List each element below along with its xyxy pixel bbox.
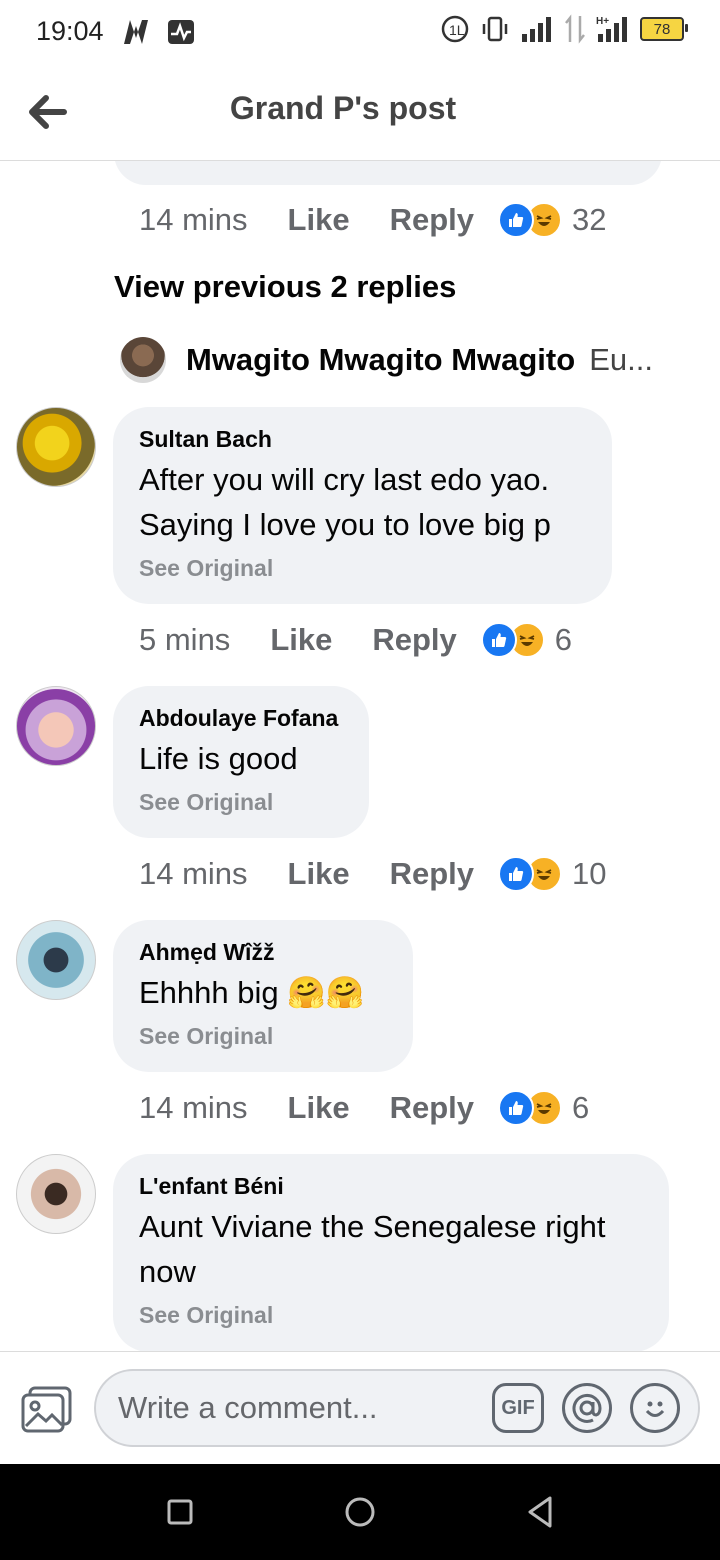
comment-text: Life is good	[139, 741, 298, 776]
comment-bubble: L'enfant Béni Aunt Viviane the Senegales…	[113, 1154, 669, 1351]
avatar[interactable]	[16, 686, 96, 766]
mention-button[interactable]	[562, 1383, 612, 1433]
status-bar: 19:04 1L H+ 78	[0, 0, 720, 66]
mention-icon	[572, 1393, 602, 1423]
comment-actions: 14 mins Like Reply 10	[139, 854, 606, 894]
battery-level: 78	[653, 20, 671, 38]
comment-actions: 14 mins Like Reply 6	[139, 1088, 589, 1128]
comment-composer: Write a comment... GIF	[0, 1351, 720, 1464]
like-button[interactable]: Like	[288, 202, 350, 238]
comment-actions: 14 mins Like Reply 32	[139, 200, 606, 240]
avatar[interactable]	[16, 920, 96, 1000]
previous-comment-bubble	[114, 161, 662, 185]
comment-actions: 5 mins Like Reply 6	[139, 620, 572, 660]
comment-bubble: Sultan Bach After you will cry last edo …	[113, 407, 612, 604]
comment-author-name[interactable]: Ahmẹd Wîžž	[139, 938, 387, 966]
data-saver-icon: 1L	[441, 15, 469, 43]
like-button[interactable]: Like	[270, 622, 332, 658]
add-photo-button[interactable]	[20, 1384, 74, 1434]
reply-button[interactable]: Reply	[390, 1090, 474, 1126]
see-original-link[interactable]: See Original	[139, 555, 586, 582]
emoji-icon	[645, 1401, 665, 1417]
reaction-summary[interactable]: 6	[498, 1090, 589, 1126]
gif-button[interactable]: GIF	[492, 1383, 544, 1433]
like-button[interactable]: Like	[288, 856, 350, 892]
reaction-summary[interactable]: 32	[498, 202, 606, 238]
comments-feed[interactable]: 14 mins Like Reply 32 View previous 2 re…	[0, 161, 720, 1351]
see-original-link[interactable]: See Original	[139, 789, 343, 816]
activity-notification-icon	[168, 20, 194, 44]
emoji-button[interactable]	[630, 1383, 680, 1433]
comment-bubble: Abdoulaye Fofana Life is good See Origin…	[113, 686, 369, 838]
reaction-count: 6	[572, 1090, 590, 1125]
comment-time: 14 mins	[139, 202, 248, 237]
vibrate-icon	[482, 16, 508, 42]
circle-icon	[345, 1497, 375, 1527]
reply-author-name: Mwagito Mwagito Mwagito	[186, 342, 576, 377]
triangle-back-icon	[528, 1496, 552, 1528]
like-button[interactable]: Like	[288, 1090, 350, 1126]
signal-icon-1	[522, 17, 551, 42]
system-navigation-bar	[0, 1464, 720, 1560]
photo-icon	[21, 1386, 72, 1433]
like-reaction-icon	[480, 622, 517, 658]
svg-text:H+: H+	[596, 16, 609, 27]
like-reaction-icon	[498, 202, 534, 238]
comment-author-name[interactable]: Abdoulaye Fofana	[139, 704, 343, 732]
avatar	[120, 337, 166, 383]
comment-bubble: Ahmẹd Wîžž Ehhhh big 🤗🤗 See Original	[113, 920, 413, 1072]
system-icons: 1L H+ 78	[440, 14, 688, 44]
status-time: 19:04	[36, 16, 104, 46]
reply-button[interactable]: Reply	[390, 856, 474, 892]
reaction-summary[interactable]: 10	[498, 856, 606, 892]
svg-text:1L: 1L	[449, 22, 465, 38]
data-transfer-icon	[565, 14, 585, 44]
like-reaction-icon	[498, 1090, 534, 1126]
comment-time: 5 mins	[139, 622, 231, 657]
signal-icon-2: H+	[596, 16, 627, 42]
home-button[interactable]	[342, 1492, 378, 1537]
view-previous-replies-link[interactable]: View previous 2 replies	[114, 269, 456, 305]
comment-time: 14 mins	[139, 1090, 248, 1125]
netflix-notification-icon	[124, 20, 148, 44]
notification-icons	[120, 18, 196, 46]
reaction-summary[interactable]: 6	[480, 622, 573, 658]
recent-apps-button[interactable]	[166, 1492, 194, 1537]
comment-author-name[interactable]: L'enfant Béni	[139, 1172, 643, 1200]
avatar[interactable]	[16, 407, 96, 487]
comment-text: After you will cry last edo yao. Saying …	[139, 462, 551, 542]
comment-input[interactable]: Write a comment...	[118, 1390, 492, 1426]
reaction-count: 10	[572, 856, 607, 891]
reply-button[interactable]: Reply	[372, 622, 456, 658]
page-title: Grand P's post	[229, 90, 457, 126]
comment-text: Ehhhh big 🤗🤗	[139, 975, 365, 1010]
like-reaction-icon	[498, 856, 534, 892]
reply-button[interactable]: Reply	[390, 202, 474, 238]
reaction-count: 32	[572, 202, 607, 237]
reaction-count: 6	[554, 622, 573, 657]
comment-text: Aunt Viviane the Senegalese right now	[139, 1209, 606, 1289]
see-original-link[interactable]: See Original	[139, 1023, 387, 1050]
comment-author-name[interactable]: Sultan Bach	[139, 425, 586, 453]
see-original-link[interactable]: See Original	[139, 1302, 643, 1329]
reply-preview[interactable]: Mwagito Mwagito Mwagito Eu...	[120, 335, 680, 385]
avatar[interactable]	[16, 1154, 96, 1234]
comment-time: 14 mins	[139, 856, 248, 891]
square-icon	[167, 1499, 193, 1525]
battery-icon: 78	[640, 17, 688, 41]
top-header: Grand P's post	[0, 66, 720, 161]
reply-snippet: Eu...	[589, 342, 653, 377]
comment-input-field[interactable]: Write a comment... GIF	[94, 1369, 700, 1447]
back-nav-button[interactable]	[524, 1492, 556, 1537]
